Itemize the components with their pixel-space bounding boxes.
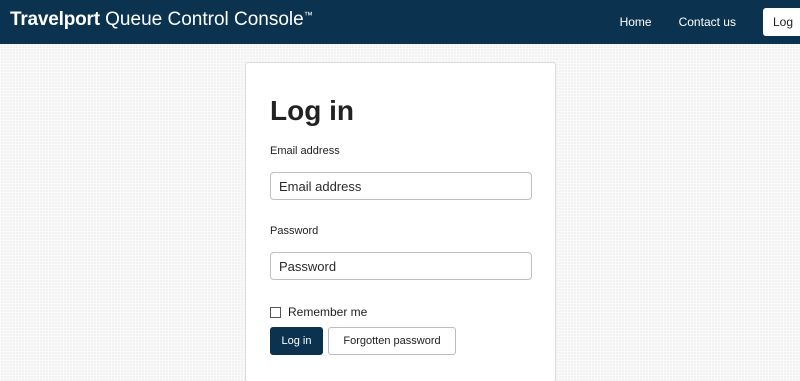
trademark-symbol: ™ [303, 10, 313, 20]
remember-me-label[interactable]: Remember me [288, 305, 367, 319]
email-field[interactable] [270, 172, 532, 200]
nav-home-link[interactable]: Home [620, 15, 652, 29]
app-brand[interactable]: Travelport Queue Control Console™ [10, 9, 313, 31]
forgotten-password-button[interactable]: Forgotten password [328, 327, 456, 355]
brand-product-name: Queue Control Console [99, 9, 304, 30]
nav-links: Home Contact us Log [620, 0, 800, 44]
login-button[interactable]: Log in [270, 327, 323, 355]
nav-login-link[interactable]: Log [762, 8, 800, 36]
login-card: Log in Email address Password Remember m… [245, 62, 556, 381]
nav-contact-link[interactable]: Contact us [679, 15, 736, 29]
remember-me-checkbox[interactable] [270, 306, 281, 318]
email-label: Email address [270, 145, 340, 157]
password-label: Password [270, 225, 319, 237]
remember-me-row: Remember me [270, 305, 367, 319]
top-navbar: Travelport Queue Control Console™ Home C… [0, 0, 800, 44]
brand-name: Travelport [10, 9, 100, 30]
page-title: Log in [270, 95, 354, 126]
password-field[interactable] [270, 252, 532, 280]
